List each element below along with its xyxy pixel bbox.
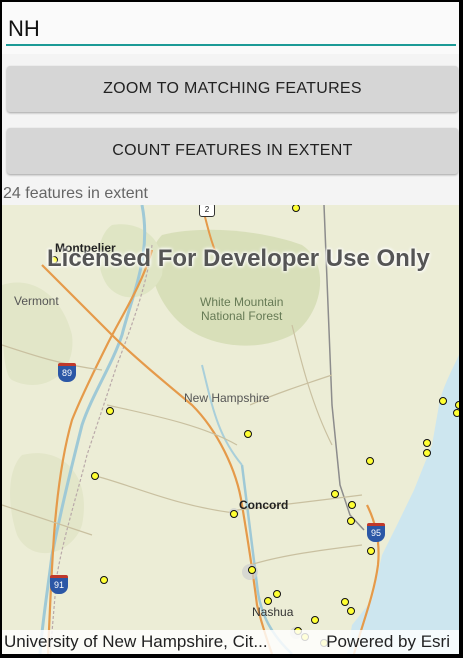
feature-marker[interactable]	[273, 590, 281, 598]
feature-marker[interactable]	[367, 547, 375, 555]
feature-marker[interactable]	[106, 407, 114, 415]
feature-marker[interactable]	[366, 457, 374, 465]
feature-marker[interactable]	[455, 401, 459, 409]
feature-marker[interactable]	[347, 607, 355, 615]
interstate-89-shield: 89	[58, 363, 76, 382]
map-label-forest-line2: National Forest	[201, 309, 283, 323]
feature-marker[interactable]	[348, 501, 356, 509]
map-attribution-bar: University of New Hampshire, Cit... Powe…	[2, 630, 459, 654]
us-route-2-shield: 2	[199, 205, 215, 217]
feature-marker[interactable]	[331, 490, 339, 498]
map-view[interactable]: Montpelier Vermont White Mountain Nation…	[2, 205, 459, 654]
feature-marker[interactable]	[100, 576, 108, 584]
powered-by-esri: Powered by Esri	[326, 632, 450, 651]
feature-marker[interactable]	[244, 430, 252, 438]
us-route-2-number: 2	[204, 205, 210, 214]
feature-marker[interactable]	[423, 439, 431, 447]
feature-marker[interactable]	[341, 598, 349, 606]
feature-count-status: 24 features in extent	[3, 185, 148, 202]
feature-marker[interactable]	[264, 597, 272, 605]
zoom-to-matching-features-button[interactable]: ZOOM TO MATCHING FEATURES	[7, 66, 458, 112]
feature-marker[interactable]	[230, 510, 238, 518]
zoom-button-label: ZOOM TO MATCHING FEATURES	[103, 80, 362, 97]
map-label-vermont: Vermont	[14, 294, 59, 308]
search-bar	[2, 2, 459, 54]
developer-license-watermark: Licensed For Developer Use Only	[47, 245, 430, 272]
map-label-forest-line1: White Mountain	[200, 295, 284, 309]
interstate-89-number: 89	[61, 368, 72, 378]
search-input[interactable]	[6, 16, 456, 46]
interstate-95-shield: 95	[367, 523, 385, 542]
feature-marker[interactable]	[91, 472, 99, 480]
feature-marker[interactable]	[423, 449, 431, 457]
map-label-new-hampshire: New Hampshire	[184, 391, 270, 405]
interstate-95-number: 95	[370, 528, 381, 538]
map-label-nashua: Nashua	[252, 605, 294, 619]
app-frame: ZOOM TO MATCHING FEATURES COUNT FEATURES…	[2, 2, 459, 654]
map-attribution-text[interactable]: University of New Hampshire, Cit...	[4, 630, 268, 654]
feature-marker[interactable]	[347, 517, 355, 525]
count-features-in-extent-button[interactable]: COUNT FEATURES IN EXTENT	[7, 128, 458, 174]
feature-marker[interactable]	[248, 566, 256, 574]
interstate-91-number: 91	[53, 580, 64, 590]
map-label-concord: Concord	[239, 498, 289, 512]
count-button-label: COUNT FEATURES IN EXTENT	[112, 142, 353, 159]
feature-marker[interactable]	[439, 397, 447, 405]
interstate-91-shield: 91	[50, 575, 68, 594]
feature-marker[interactable]	[311, 616, 319, 624]
feature-marker[interactable]	[453, 409, 459, 417]
